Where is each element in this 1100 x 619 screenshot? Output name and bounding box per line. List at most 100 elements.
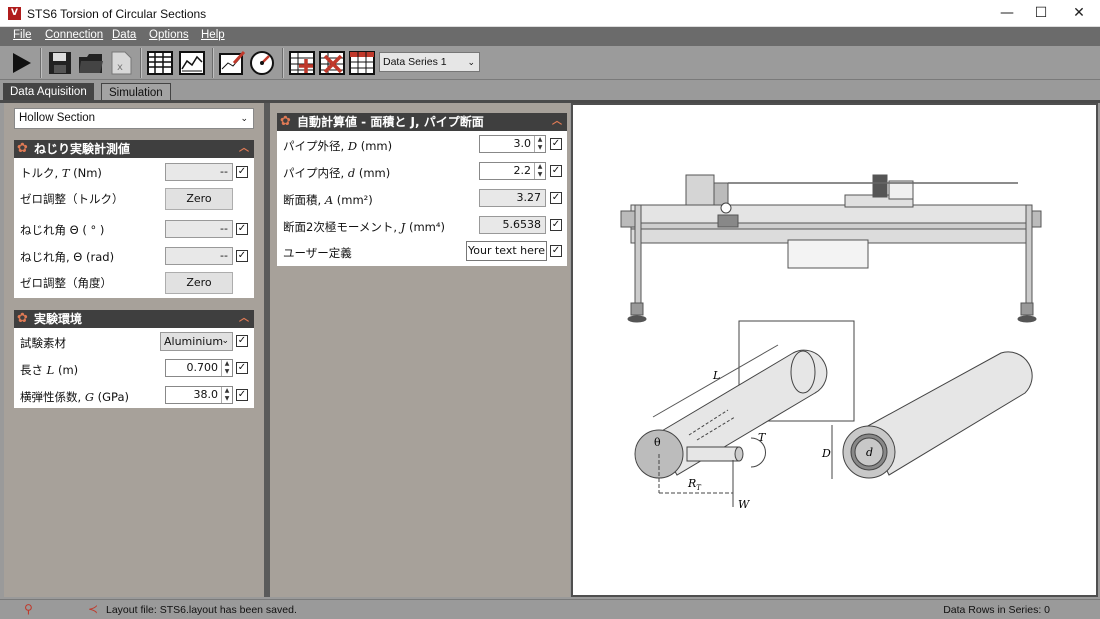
user-defined-row: ユーザー定義 Your text here ✓	[277, 239, 567, 265]
spinner-icon[interactable]: ▲ ▼	[221, 387, 232, 403]
calculated-group: ✿ 自動計算値 - 面積と J, パイプ断面 ︿ パイプ外径, D (mm) 3…	[277, 113, 567, 266]
chart-edit-icon[interactable]	[218, 49, 246, 77]
material-label: 試験素材	[20, 336, 66, 350]
area-label: 断面積, A (mm²)	[283, 193, 373, 207]
spinner-icon[interactable]: ▲ ▼	[534, 163, 545, 179]
svg-text:x: x	[117, 62, 123, 73]
length-checkbox[interactable]: ✓	[236, 362, 248, 374]
menu-bar: File Connection Data Options Help	[0, 27, 1100, 46]
apparatus-illustration: L θ T RT W D d	[620, 174, 1042, 511]
angle-rad-checkbox[interactable]: ✓	[236, 250, 248, 262]
chevron-down-icon: ⌄	[467, 57, 475, 67]
diagram-label-RT: RT	[687, 477, 702, 492]
calculated-title: 自動計算値 - 面積と J, パイプ断面	[297, 115, 484, 129]
menu-connection[interactable]: Connection	[45, 29, 103, 41]
polar-moment-label: 断面2次極モーメント, J (mm⁴)	[283, 220, 445, 234]
polar-moment-checkbox[interactable]: ✓	[550, 219, 562, 231]
data-series-select[interactable]: Data Series 1 ⌄	[379, 52, 480, 72]
add-table-icon[interactable]	[288, 49, 316, 77]
user-defined-input[interactable]: Your text here	[466, 241, 547, 261]
polar-moment-value: 5.6538	[479, 216, 546, 234]
collapse-icon[interactable]: ︿	[239, 310, 249, 328]
table-icon[interactable]	[146, 49, 174, 77]
simulation-view: L θ T RT W D d	[571, 103, 1098, 597]
angle-deg-label: ねじれ角 Θ ( ° )	[20, 223, 105, 237]
inner-diameter-checkbox[interactable]: ✓	[550, 165, 562, 177]
area-checkbox[interactable]: ✓	[550, 192, 562, 204]
torque-checkbox[interactable]: ✓	[236, 166, 248, 178]
measurements-group: ✿ ねじり実験計測値 ︿ トルク, T (Nm) -- ✓ ゼロ調整（トルク） …	[14, 140, 254, 298]
spinner-icon[interactable]: ▲ ▼	[534, 136, 545, 152]
area-row: 断面積, A (mm²) 3.27 ✓	[277, 186, 567, 212]
environment-group: ✿ 実験環境 ︿ 試験素材 Aluminium ⌄ ✓ 長さ L (m) 0.7…	[14, 310, 254, 408]
length-input[interactable]: 0.700 ▲ ▼	[165, 359, 233, 377]
diagram-label-D: D	[821, 447, 831, 460]
material-select[interactable]: Aluminium ⌄	[160, 332, 233, 351]
angle-deg-row: ねじれ角 Θ ( ° ) -- ✓	[14, 216, 254, 242]
gear-icon: ✿	[17, 141, 28, 156]
toolbar: x	[0, 46, 1100, 80]
application-window: V STS6 Torsion of Circular Sections — ☐ …	[0, 0, 1100, 619]
close-button[interactable]: ✕	[1056, 0, 1100, 27]
material-row: 試験素材 Aluminium ⌄ ✓	[14, 329, 254, 355]
share-icon: ≺	[88, 602, 99, 616]
chevron-down-icon: ⌄	[240, 113, 248, 123]
menu-data[interactable]: Data	[112, 29, 136, 41]
diagram-label-L: L	[712, 369, 720, 382]
open-folder-icon[interactable]	[77, 49, 105, 77]
menu-options[interactable]: Options	[149, 29, 189, 41]
environment-title: 実験環境	[34, 312, 83, 326]
delete-table-icon[interactable]	[318, 49, 346, 77]
environment-header: ✿ 実験環境 ︿	[14, 310, 254, 328]
measurements-header: ✿ ねじり実験計測値 ︿	[14, 140, 254, 158]
outer-diameter-input[interactable]: 3.0 ▲ ▼	[479, 135, 546, 153]
status-bar: ⚲ ≺ Layout file: STS6.layout has been sa…	[0, 599, 1100, 619]
data-series-value: Data Series 1	[383, 56, 447, 68]
collapse-icon[interactable]: ︿	[552, 113, 562, 131]
material-value: Aluminium	[164, 335, 224, 348]
gear-icon: ✿	[17, 311, 28, 326]
area-value: 3.27	[479, 189, 546, 207]
angle-rad-value: --	[165, 247, 233, 265]
outer-diameter-row: パイプ外径, D (mm) 3.0 ▲ ▼ ✓	[277, 132, 567, 158]
collapse-icon[interactable]: ︿	[239, 140, 249, 158]
section-type-select[interactable]: Hollow Section ⌄	[14, 108, 254, 129]
excel-export-icon[interactable]: x	[107, 49, 135, 77]
zero-torque-row: ゼロ調整（トルク） Zero	[14, 185, 254, 211]
modulus-checkbox[interactable]: ✓	[236, 389, 248, 401]
gauge-icon[interactable]	[248, 49, 276, 77]
inner-diameter-row: パイプ内径, d (mm) 2.2 ▲ ▼ ✓	[277, 159, 567, 185]
angle-deg-value: --	[165, 220, 233, 238]
zero-angle-button[interactable]: Zero	[165, 272, 233, 294]
menu-file[interactable]: File	[13, 29, 32, 41]
torque-value: --	[165, 163, 233, 181]
outer-diameter-checkbox[interactable]: ✓	[550, 138, 562, 150]
status-message: Layout file: STS6.layout has been saved.	[106, 604, 297, 616]
diagram-label-W: W	[738, 498, 751, 511]
modulus-input[interactable]: 38.0 ▲ ▼	[165, 386, 233, 404]
zero-torque-label: ゼロ調整（トルク）	[20, 192, 124, 206]
length-row: 長さ L (m) 0.700 ▲ ▼ ✓	[14, 356, 254, 382]
chevron-down-icon: ⌄	[221, 336, 229, 346]
angle-deg-checkbox[interactable]: ✓	[236, 223, 248, 235]
inner-diameter-input[interactable]: 2.2 ▲ ▼	[479, 162, 546, 180]
zero-angle-label: ゼロ調整（角度）	[20, 276, 112, 290]
angle-rad-label: ねじれ角, Θ (rad)	[20, 250, 115, 264]
graph-icon[interactable]	[178, 49, 206, 77]
save-icon[interactable]	[46, 49, 74, 77]
usb-icon: ⚲	[24, 602, 33, 616]
inner-diameter-label: パイプ内径, d (mm)	[283, 166, 391, 180]
diagram-label-T: T	[758, 431, 767, 444]
table-settings-icon[interactable]	[348, 49, 376, 77]
material-checkbox[interactable]: ✓	[236, 335, 248, 347]
torque-label: トルク, T (Nm)	[20, 166, 102, 180]
length-label: 長さ L (m)	[20, 363, 79, 377]
run-icon[interactable]	[8, 49, 36, 77]
window-title: STS6 Torsion of Circular Sections	[27, 7, 207, 21]
tab-bar: Data Aquisition Simulation	[0, 81, 1100, 102]
spinner-icon[interactable]: ▲ ▼	[221, 360, 232, 376]
user-defined-checkbox[interactable]: ✓	[550, 245, 562, 257]
zero-torque-button[interactable]: Zero	[165, 188, 233, 210]
modulus-row: 横弾性係数, G (GPa) 38.0 ▲ ▼ ✓	[14, 383, 254, 409]
menu-help[interactable]: Help	[201, 29, 225, 41]
